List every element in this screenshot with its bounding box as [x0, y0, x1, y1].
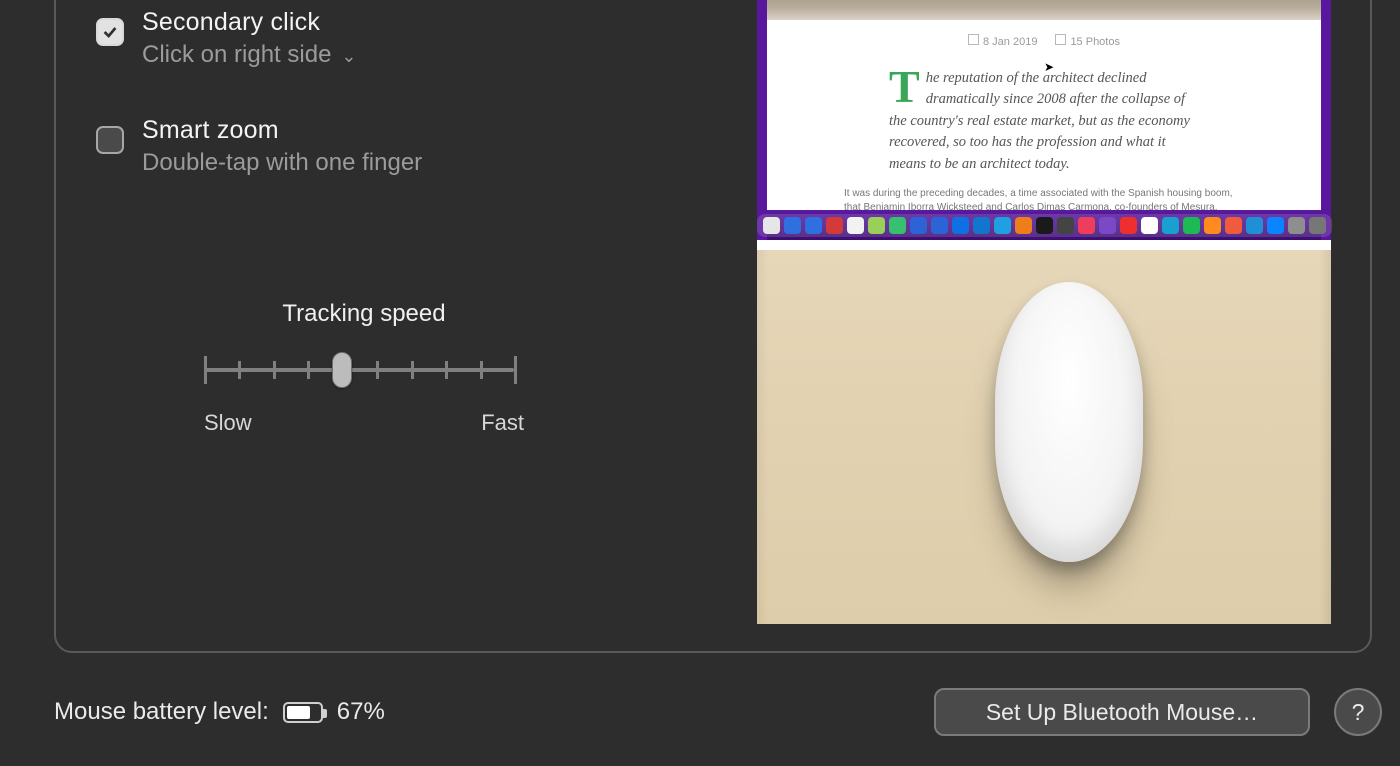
dock-app-icon [1120, 217, 1137, 234]
dock-app-icon [1057, 217, 1074, 234]
slider-tick [514, 356, 517, 384]
dock-app-icon [910, 217, 927, 234]
dock-app-icon [1036, 217, 1053, 234]
preview-desk [757, 250, 1331, 624]
article-meta: 8 Jan 2019 15 Photos [767, 34, 1321, 48]
dock-app-icon [1162, 217, 1179, 234]
slider-tick [376, 361, 379, 379]
dock-app-icon [868, 217, 885, 234]
option-smart-zoom: Smart zoom Double-tap with one finger [96, 116, 422, 177]
dock-app-icon [1141, 217, 1158, 234]
dock-app-icon [1309, 217, 1326, 234]
tracking-speed-label: Tracking speed [204, 300, 524, 328]
dock-app-icon [826, 217, 843, 234]
cursor-icon: ➤ [1044, 60, 1054, 74]
slider-tick [238, 361, 241, 379]
dock-app-icon [1267, 217, 1284, 234]
tracking-speed-slider[interactable] [204, 350, 524, 390]
slider-tick [307, 361, 310, 379]
battery-status: Mouse battery level: 67% [54, 698, 385, 726]
article-body: The reputation of the architect declined… [889, 68, 1199, 175]
slider-tick [445, 361, 448, 379]
dock-app-icon [889, 217, 906, 234]
preview-dock [767, 210, 1321, 240]
slider-thumb[interactable] [332, 352, 352, 388]
preview-pane: 8 Jan 2019 15 Photos ➤ The reputation of… [757, 0, 1331, 624]
slider-min-label: Slow [204, 410, 252, 436]
calendar-icon [968, 34, 979, 45]
battery-icon [283, 702, 323, 723]
slider-tick [204, 356, 207, 384]
dock-app-icon [952, 217, 969, 234]
dock-app-icon [973, 217, 990, 234]
smart-zoom-subtitle: Double-tap with one finger [142, 149, 422, 177]
tracking-speed-section: Tracking speed Slow Fast [204, 300, 524, 436]
slider-tick [273, 361, 276, 379]
slider-tick [480, 361, 483, 379]
dock-app-icon [763, 217, 780, 234]
dock-app-icon [847, 217, 864, 234]
preview-screen: 8 Jan 2019 15 Photos ➤ The reputation of… [757, 0, 1331, 250]
dock-app-icon [1246, 217, 1263, 234]
smart-zoom-title: Smart zoom [142, 116, 422, 145]
slider-max-label: Fast [481, 410, 524, 436]
secondary-click-subtitle: Click on right side [142, 41, 331, 69]
dock-app-icon [805, 217, 822, 234]
chevron-down-icon: ⌄ [341, 46, 356, 67]
smart-zoom-checkbox[interactable] [96, 126, 124, 154]
drop-cap: T [889, 68, 926, 106]
secondary-click-title: Secondary click [142, 8, 357, 37]
dock-app-icon [784, 217, 801, 234]
photos-icon [1055, 34, 1066, 45]
dock-app-icon [994, 217, 1011, 234]
battery-label: Mouse battery level: [54, 698, 269, 726]
slider-track [204, 368, 514, 372]
dock-app-icon [931, 217, 948, 234]
dock-app-icon [1078, 217, 1095, 234]
dock-app-icon [1015, 217, 1032, 234]
preview-article: 8 Jan 2019 15 Photos ➤ The reputation of… [767, 20, 1321, 210]
slider-tick [411, 361, 414, 379]
dock-app-icon [1099, 217, 1116, 234]
help-button[interactable]: ? [1334, 688, 1382, 736]
preview-photo [767, 0, 1321, 20]
secondary-click-dropdown[interactable]: Click on right side ⌄ [142, 41, 357, 69]
secondary-click-checkbox[interactable] [96, 18, 124, 46]
dock-app-icon [1288, 217, 1305, 234]
preview-mouse [995, 282, 1143, 562]
option-secondary-click: Secondary click Click on right side ⌄ [96, 8, 357, 69]
dock-app-icon [1225, 217, 1242, 234]
dock-app-icon [1204, 217, 1221, 234]
dock-app-icon [1183, 217, 1200, 234]
battery-percent: 67% [337, 698, 385, 726]
checkmark-icon [101, 23, 119, 41]
setup-bluetooth-mouse-button[interactable]: Set Up Bluetooth Mouse… [934, 688, 1310, 736]
